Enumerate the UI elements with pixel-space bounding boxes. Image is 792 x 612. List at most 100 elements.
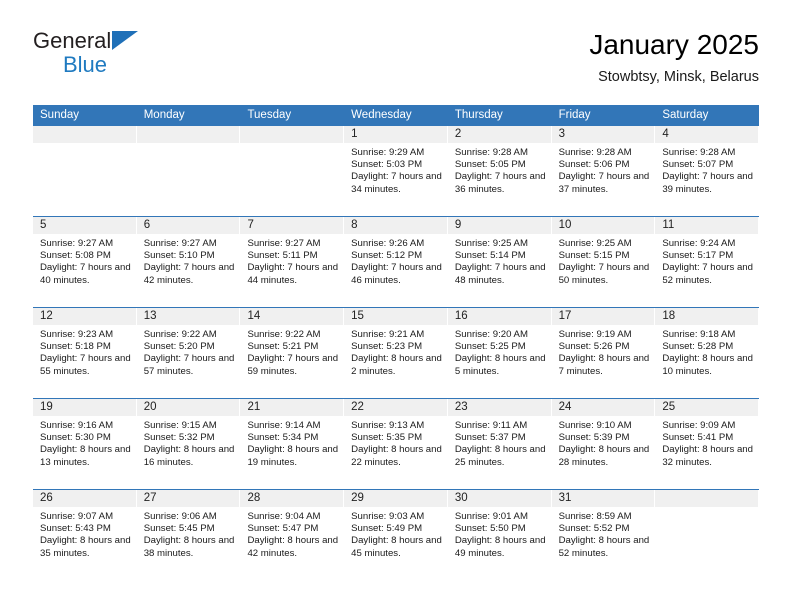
calendar-day-cell[interactable]: 29 Sunrise: 9:03 AM Sunset: 5:49 PM Dayligh… <box>344 490 448 580</box>
calendar-day-cell[interactable]: 16 Sunrise: 9:20 AM Sunset: 5:25 PM Dayligh… <box>447 308 552 398</box>
day-sun-info: Sunrise: 9:20 AM Sunset: 5:25 PM Daylight:… <box>448 325 552 378</box>
sunrise-text: Sunrise: 9:23 AM <box>40 329 114 340</box>
sunset-text: Sunset: 5:11 PM <box>247 250 318 262</box>
calendar-day-cell[interactable]: 6 Sunrise: 9:27 AM Sunset: 5:10 PM Daylight… <box>136 217 241 307</box>
daylight-text: Daylight: 8 hours and 28 minutes. <box>558 444 650 468</box>
daylight-text: Daylight: 8 hours and 22 minutes. <box>351 444 442 468</box>
sunrise-text: Sunrise: 9:19 AM <box>558 329 632 340</box>
calendar-day-cell[interactable]: 17 Sunrise: 9:19 AM Sunset: 5:26 PM Dayligh… <box>551 308 656 398</box>
day-number: 11 <box>662 219 675 231</box>
sunset-text: Sunset: 5:12 PM <box>351 250 423 262</box>
day-number-band: 16 <box>447 308 552 325</box>
sunrise-text: Sunrise: 9:27 AM <box>143 238 217 249</box>
daylight-text: Daylight: 7 hours and 34 minutes. <box>351 171 442 195</box>
day-number-band: 10 <box>551 217 656 234</box>
day-number-band: 27 <box>136 490 241 507</box>
day-sun-info: Sunrise: 9:25 AM Sunset: 5:15 PM Daylight:… <box>552 234 656 287</box>
page-title: January 2025 <box>589 29 759 60</box>
day-number-band: 23 <box>447 399 552 416</box>
calendar-day-cell[interactable]: 7 Sunrise: 9:27 AM Sunset: 5:11 PM Daylight… <box>240 217 345 307</box>
sunset-text: Sunset: 5:47 PM <box>247 523 319 535</box>
day-number-band: 11 <box>655 217 760 234</box>
weekday-header-thursday: Thursday <box>454 109 503 121</box>
day-number-band: 20 <box>136 399 241 416</box>
calendar-day-cell[interactable]: 28 Sunrise: 9:04 AM Sunset: 5:47 PM Dayligh… <box>240 490 345 580</box>
calendar-day-cell[interactable]: 21 Sunrise: 9:14 AM Sunset: 5:34 PM Dayligh… <box>240 399 345 489</box>
day-sun-info: Sunrise: 9:22 AM Sunset: 5:20 PM Daylight:… <box>137 325 241 378</box>
calendar-day-cell[interactable]: 11 Sunrise: 9:24 AM Sunset: 5:17 PM Dayligh… <box>655 217 760 307</box>
daylight-text: Daylight: 8 hours and 2 minutes. <box>351 353 442 377</box>
brand-name-blue: Blue <box>63 52 108 77</box>
calendar-day-cell[interactable]: 10 Sunrise: 9:25 AM Sunset: 5:15 PM Dayligh… <box>551 217 656 307</box>
day-number-band: 13 <box>136 308 241 325</box>
calendar-day-cell[interactable]: 30 Sunrise: 9:01 AM Sunset: 5:50 PM Dayligh… <box>447 490 552 580</box>
sunrise-text: Sunrise: 9:01 AM <box>454 511 528 522</box>
weekday-header-tuesday: Tuesday <box>247 109 292 121</box>
day-sun-info: Sunrise: 9:28 AM Sunset: 5:05 PM Daylight:… <box>448 143 552 196</box>
calendar-day-cell[interactable]: 27 Sunrise: 9:06 AM Sunset: 5:45 PM Dayligh… <box>136 490 241 580</box>
day-number: 13 <box>143 310 157 322</box>
day-number: 21 <box>247 401 261 413</box>
calendar-day-cell[interactable]: 14 Sunrise: 9:22 AM Sunset: 5:21 PM Dayligh… <box>240 308 345 398</box>
day-number-band: 5 <box>33 217 137 234</box>
sunrise-text: Sunrise: 9:28 AM <box>662 147 736 158</box>
sunset-text: Sunset: 5:05 PM <box>454 159 526 171</box>
calendar-day-cell[interactable]: 2 Sunrise: 9:28 AM Sunset: 5:05 PM Daylight… <box>447 126 552 216</box>
day-number: 19 <box>40 401 53 413</box>
daylight-text: Daylight: 7 hours and 46 minutes. <box>351 262 442 286</box>
daylight-text: Daylight: 7 hours and 55 minutes. <box>40 353 131 377</box>
sunset-text: Sunset: 5:50 PM <box>454 523 526 535</box>
calendar-day-cell[interactable]: 4 Sunrise: 9:28 AM Sunset: 5:07 PM Daylight… <box>655 126 760 216</box>
page-subtitle: Stowbtsy, Minsk, Belarus <box>598 69 759 85</box>
day-number-band: 8 <box>344 217 448 234</box>
calendar-day-cell[interactable]: 8 Sunrise: 9:26 AM Sunset: 5:12 PM Daylight… <box>344 217 448 307</box>
calendar-day-cell[interactable]: 24 Sunrise: 9:10 AM Sunset: 5:39 PM Dayligh… <box>551 399 656 489</box>
calendar-day-cell[interactable]: 9 Sunrise: 9:25 AM Sunset: 5:14 PM Daylight… <box>447 217 552 307</box>
sunrise-text: Sunrise: 9:06 AM <box>143 511 217 522</box>
calendar-day-cell[interactable]: 3 Sunrise: 9:28 AM Sunset: 5:06 PM Daylight… <box>551 126 656 216</box>
day-number-band: 24 <box>551 399 656 416</box>
calendar-day-cell[interactable]: 23 Sunrise: 9:11 AM Sunset: 5:37 PM Dayligh… <box>447 399 552 489</box>
day-sun-info: Sunrise: 9:18 AM Sunset: 5:28 PM Daylight:… <box>655 325 759 378</box>
day-sun-info: Sunrise: 9:10 AM Sunset: 5:39 PM Daylight:… <box>552 416 656 469</box>
day-number: 25 <box>662 401 676 413</box>
calendar-day-cell[interactable]: 12 Sunrise: 9:23 AM Sunset: 5:18 PM Dayligh… <box>33 308 137 398</box>
weekday-header-monday: Monday <box>143 109 185 121</box>
calendar-day-cell[interactable]: 5 Sunrise: 9:27 AM Sunset: 5:08 PM Daylight… <box>33 217 137 307</box>
triangle-flag-icon <box>112 31 139 50</box>
sunset-text: Sunset: 5:23 PM <box>351 341 423 353</box>
calendar-day-cell[interactable]: 13 Sunrise: 9:22 AM Sunset: 5:20 PM Dayligh… <box>136 308 241 398</box>
sunrise-text: Sunrise: 9:24 AM <box>662 238 736 249</box>
day-number-band: 14 <box>240 308 345 325</box>
sunset-text: Sunset: 5:26 PM <box>558 341 630 353</box>
sunset-text: Sunset: 5:07 PM <box>662 159 734 171</box>
brand-logo[interactable]: General Blue <box>33 28 263 88</box>
day-sun-info: Sunrise: 9:13 AM Sunset: 5:35 PM Daylight:… <box>344 416 448 469</box>
sunrise-text: Sunrise: 9:13 AM <box>351 420 425 431</box>
sunrise-text: Sunrise: 9:20 AM <box>454 329 528 340</box>
calendar-day-cell[interactable]: 22 Sunrise: 9:13 AM Sunset: 5:35 PM Dayligh… <box>344 399 448 489</box>
calendar-day-cell[interactable]: 31 Sunrise: 8:59 AM Sunset: 5:52 PM Dayligh… <box>551 490 656 580</box>
calendar-day-cell[interactable]: 15 Sunrise: 9:21 AM Sunset: 5:23 PM Dayligh… <box>344 308 448 398</box>
day-sun-info: Sunrise: 9:21 AM Sunset: 5:23 PM Daylight:… <box>344 325 448 378</box>
sunrise-text: Sunrise: 9:03 AM <box>351 511 425 522</box>
sunset-text: Sunset: 5:43 PM <box>40 523 111 535</box>
day-sun-info: Sunrise: 9:27 AM Sunset: 5:11 PM Daylight:… <box>240 234 344 287</box>
day-number-band <box>136 126 241 143</box>
daylight-text: Daylight: 8 hours and 35 minutes. <box>40 535 131 559</box>
calendar-day-cell[interactable]: 1 Sunrise: 9:29 AM Sunset: 5:03 PM Daylight… <box>344 126 448 216</box>
calendar-day-cell[interactable]: 26 Sunrise: 9:07 AM Sunset: 5:43 PM Dayligh… <box>33 490 137 580</box>
calendar-day-cell[interactable]: 18 Sunrise: 9:18 AM Sunset: 5:28 PM Dayligh… <box>655 308 760 398</box>
day-number: 26 <box>40 492 53 504</box>
sunset-text: Sunset: 5:25 PM <box>454 341 526 353</box>
day-number-band: 15 <box>344 308 448 325</box>
calendar-day-cell[interactable]: 20 Sunrise: 9:15 AM Sunset: 5:32 PM Dayligh… <box>136 399 241 489</box>
day-number-band: 28 <box>240 490 345 507</box>
sunrise-text: Sunrise: 9:09 AM <box>662 420 736 431</box>
calendar-day-cell[interactable]: 25 Sunrise: 9:09 AM Sunset: 5:41 PM Dayligh… <box>655 399 760 489</box>
day-number: 5 <box>40 219 47 231</box>
calendar-day-cell-empty <box>655 490 760 580</box>
sunset-text: Sunset: 5:18 PM <box>40 341 111 353</box>
sunrise-text: Sunrise: 9:28 AM <box>558 147 632 158</box>
calendar-day-cell[interactable]: 19 Sunrise: 9:16 AM Sunset: 5:30 PM Dayligh… <box>33 399 137 489</box>
